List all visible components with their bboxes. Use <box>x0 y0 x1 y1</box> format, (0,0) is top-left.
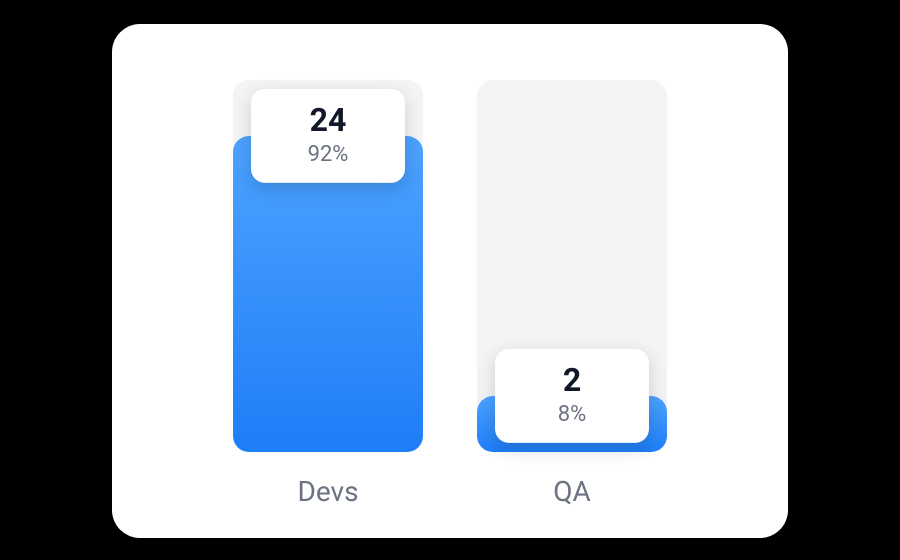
x-axis-labels: Devs QA <box>112 475 788 508</box>
bar-value: 24 <box>261 103 395 138</box>
bar-percent: 8% <box>505 402 639 427</box>
bar-tooltip: 24 92% <box>251 89 405 183</box>
bar-percent: 92% <box>261 142 395 167</box>
bar-tooltip: 2 8% <box>495 349 649 443</box>
bar-devs: 24 92% <box>233 80 423 452</box>
bar-label-qa: QA <box>477 475 667 508</box>
bar-value: 2 <box>505 363 639 398</box>
chart-card: 24 92% 2 8% Devs QA <box>112 24 788 538</box>
bar-chart: 24 92% 2 8% <box>112 80 788 452</box>
bar-fill <box>233 136 423 452</box>
bar-qa: 2 8% <box>477 80 667 452</box>
bar-label-devs: Devs <box>233 475 423 508</box>
